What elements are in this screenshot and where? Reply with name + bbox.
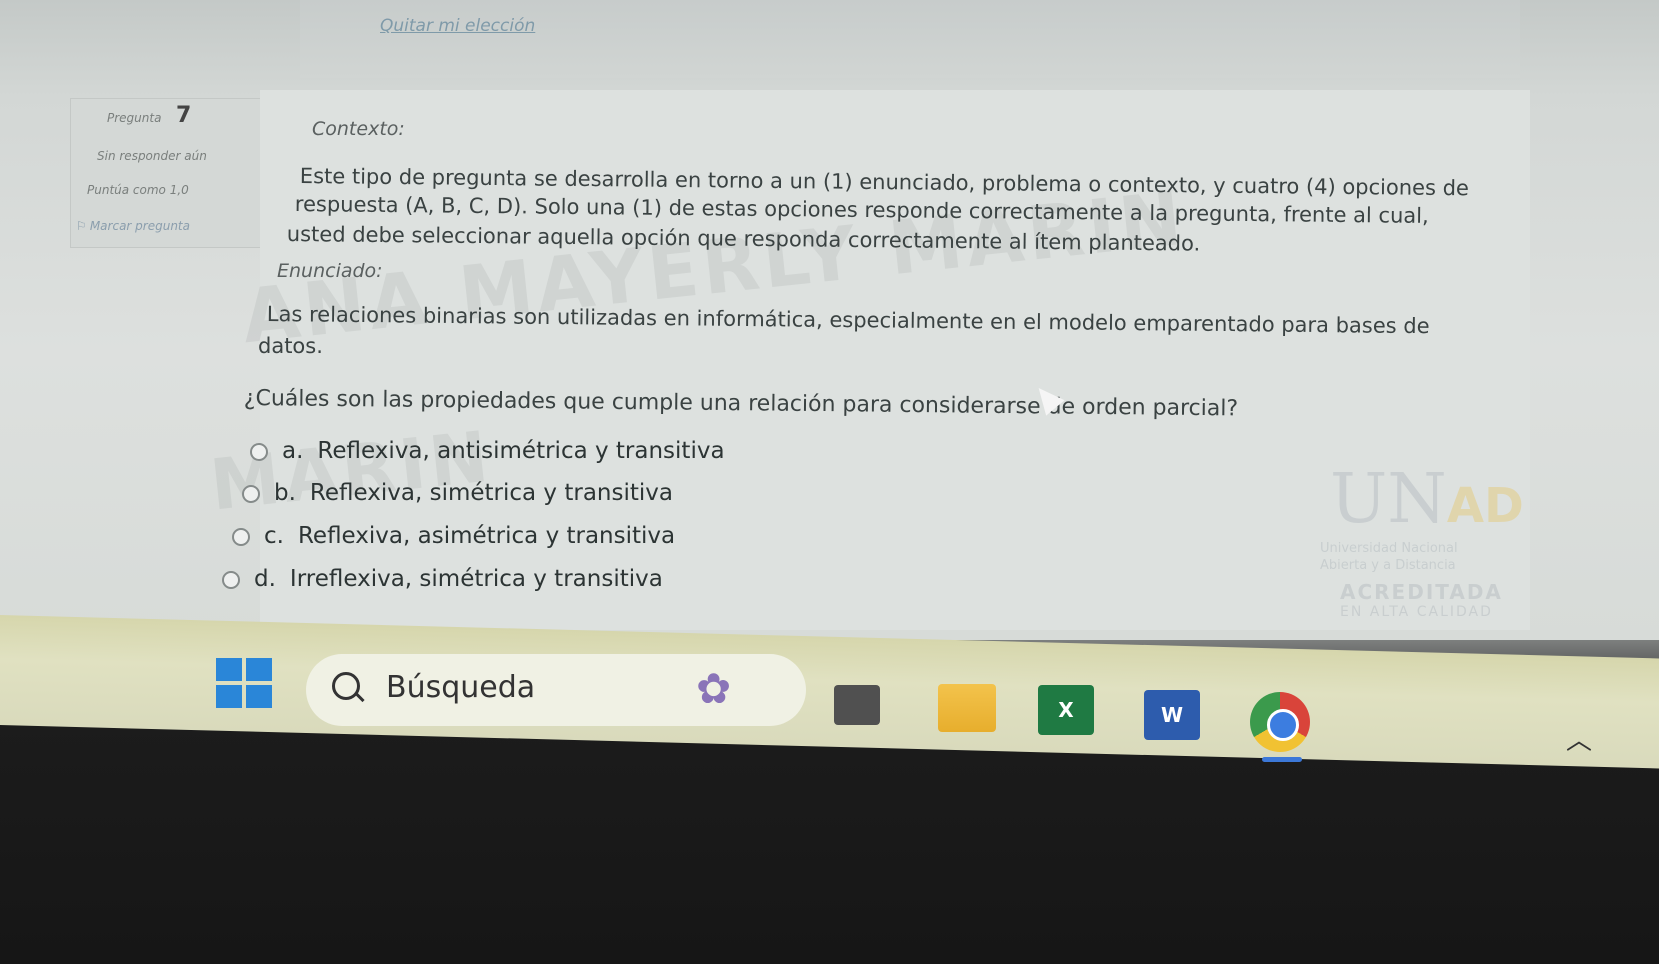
option-c-letter: c.	[264, 523, 284, 549]
option-d-letter: d.	[254, 566, 276, 592]
unad-accredited-text: ACREDITADA	[1340, 580, 1503, 604]
taskbar-search-box[interactable]: Búsqueda ✿	[306, 654, 806, 726]
radio-d[interactable]	[222, 570, 240, 589]
option-a[interactable]: a. Reflexiva, antisimétrica y transitiva	[250, 438, 725, 464]
radio-b[interactable]	[242, 484, 260, 503]
search-icon	[332, 672, 360, 700]
option-d[interactable]: d. Irreflexiva, simétrica y transitiva	[222, 566, 663, 592]
option-c-text: Reflexiva, asimétrica y transitiva	[297, 523, 676, 549]
option-c[interactable]: c. Reflexiva, asimétrica y transitiva	[232, 523, 675, 549]
unad-logo-sub2: Abierta y a Distancia	[1320, 558, 1456, 573]
word-icon[interactable]: W	[1144, 690, 1200, 740]
chrome-active-indicator	[1262, 757, 1302, 762]
option-b-letter: b.	[274, 480, 296, 506]
clear-choice-link[interactable]: Quitar mi elección	[380, 16, 535, 36]
file-explorer-window-icon[interactable]	[834, 685, 880, 725]
unad-logo-un: UN	[1330, 460, 1447, 539]
question-info-box: Pregunta 7 Sin responder aún Puntúa como…	[70, 98, 262, 248]
windows-start-icon[interactable]	[216, 658, 272, 708]
unad-logo-subtitle: Universidad Nacional Abierta y a Distanc…	[1320, 540, 1458, 574]
unad-logo-mark: UNAD	[1330, 460, 1524, 539]
lavender-flower-icon: ✿	[696, 664, 732, 713]
excel-icon[interactable]: X	[1038, 685, 1094, 735]
option-d-text: Irreflexiva, simétrica y transitiva	[289, 566, 663, 592]
statement-line-2: datos.	[258, 334, 323, 358]
option-a-text: Reflexiva, antisimétrica y transitiva	[317, 438, 725, 464]
context-label: Contexto:	[312, 118, 405, 140]
radio-c[interactable]	[232, 527, 250, 546]
unad-quality-text: EN ALTA CALIDAD	[1340, 604, 1493, 620]
option-a-letter: a.	[282, 438, 304, 464]
option-b[interactable]: b. Reflexiva, simétrica y transitiva	[242, 480, 673, 506]
radio-a[interactable]	[250, 442, 268, 461]
chevron-up-icon[interactable]: ︿	[1566, 720, 1592, 757]
folder-icon[interactable]	[938, 684, 996, 732]
unad-logo-ad: AD	[1446, 478, 1524, 534]
flag-question-label: Marcar pregunta	[89, 219, 190, 233]
unad-accredited: ACREDITADA EN ALTA CALIDAD	[1340, 580, 1503, 620]
question-status: Sin responder aún	[97, 149, 207, 163]
statement-label: Enunciado:	[277, 260, 383, 282]
search-placeholder: Búsqueda	[386, 670, 536, 705]
unad-logo: UNAD Universidad Nacional Abierta y a Di…	[1320, 440, 1540, 620]
top-strip	[300, 0, 1520, 78]
unad-logo-sub1: Universidad Nacional	[1320, 541, 1458, 556]
chrome-icon[interactable]	[1250, 692, 1310, 752]
question-number: 7	[176, 103, 192, 128]
option-b-text: Reflexiva, simétrica y transitiva	[309, 480, 673, 506]
flag-question-link[interactable]: ⚐ Marcar pregunta	[77, 219, 190, 233]
question-label: Pregunta	[107, 111, 162, 125]
question-score: Puntúa como 1,0	[87, 183, 189, 197]
